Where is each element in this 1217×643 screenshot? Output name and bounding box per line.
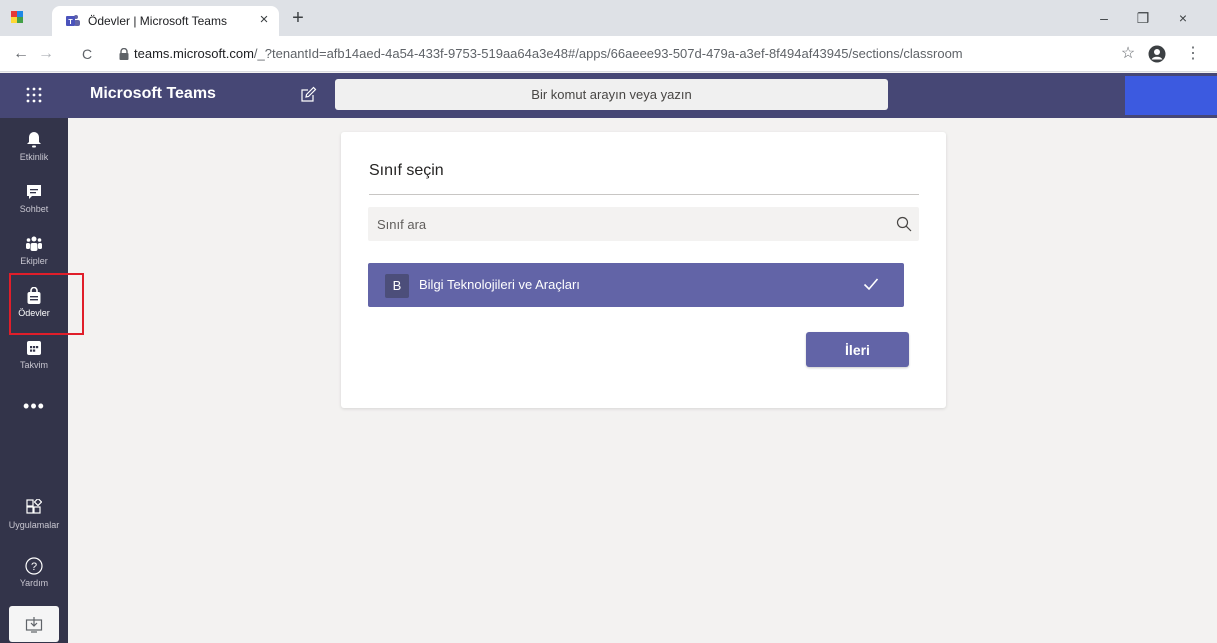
left-rail: Etkinlik Sohbet Ekipler Ödevler Takvim •…: [0, 118, 68, 643]
class-list-item[interactable]: B Bilgi Teknolojileri ve Araçları: [368, 263, 904, 307]
annotation-highlight-box: [9, 273, 84, 335]
lock-icon: [119, 48, 129, 60]
rail-label: Takvim: [19, 360, 48, 370]
next-button[interactable]: İleri: [806, 332, 909, 367]
download-icon: [25, 617, 43, 633]
teams-favicon-icon: T: [66, 15, 80, 26]
rail-item-activity[interactable]: Etkinlik: [0, 125, 68, 177]
card-divider: [369, 194, 919, 195]
browser-tab[interactable]: T Ödevler | Microsoft Teams ×: [52, 6, 279, 36]
restore-icon[interactable]: ❐: [1131, 8, 1155, 28]
rail-label: Etkinlik: [19, 152, 49, 162]
rail-item-calendar[interactable]: Takvim: [0, 333, 68, 385]
browser-logo-icon: [11, 11, 23, 23]
browser-menu-icon[interactable]: ⋮: [1182, 43, 1204, 65]
app-title: Microsoft Teams: [90, 85, 216, 102]
help-icon: ?: [25, 557, 43, 575]
rail-label: Yardım: [19, 578, 49, 588]
rail-item-chat[interactable]: Sohbet: [0, 177, 68, 229]
compose-icon[interactable]: [299, 86, 317, 104]
calendar-icon: [27, 341, 41, 355]
download-app-button[interactable]: [9, 606, 59, 642]
rail-label: Uygulamalar: [8, 520, 60, 530]
browser-tab-strip: T Ödevler | Microsoft Teams × + – ❐ ×: [0, 0, 1217, 36]
svg-text:?: ?: [31, 561, 37, 573]
card-title: Sınıf seçin: [369, 162, 444, 179]
class-avatar: B: [385, 274, 409, 298]
reload-icon[interactable]: C: [76, 43, 98, 65]
new-tab-button[interactable]: +: [287, 8, 309, 30]
teams-header: Microsoft Teams Bir komut arayın veya ya…: [0, 73, 1217, 118]
rail-item-help[interactable]: ? Yardım: [0, 551, 68, 603]
chat-icon: [27, 185, 41, 199]
rail-label: Sohbet: [19, 204, 49, 214]
url-path: /_?tenantId=afb14aed-4a54-433f-9753-519a…: [253, 46, 963, 61]
address-bar[interactable]: teams.microsoft.com/_?tenantId=afb14aed-…: [134, 46, 963, 61]
back-icon[interactable]: ←: [10, 43, 32, 65]
rail-item-apps[interactable]: Uygulamalar: [0, 493, 68, 545]
command-search-box[interactable]: Bir komut arayın veya yazın: [335, 79, 888, 110]
rail-label: Ekipler: [20, 256, 48, 266]
class-name: Bilgi Teknolojileri ve Araçları: [419, 277, 580, 292]
profile-area[interactable]: [1125, 76, 1217, 115]
bookmark-star-icon[interactable]: ☆: [1117, 43, 1139, 65]
profile-icon[interactable]: [1148, 45, 1166, 63]
bell-icon: [27, 132, 41, 148]
tab-title: Ödevler | Microsoft Teams: [88, 14, 227, 28]
minimize-icon[interactable]: –: [1092, 8, 1116, 28]
select-class-card: Sınıf seçin B Bilgi Teknolojileri ve Ara…: [341, 132, 946, 408]
apps-icon: [26, 499, 42, 514]
teams-icon: [26, 236, 42, 251]
more-apps-icon[interactable]: •••: [22, 397, 46, 417]
checkmark-icon: [863, 278, 879, 291]
class-search-box: [368, 207, 919, 241]
forward-icon[interactable]: →: [35, 43, 57, 65]
browser-toolbar: ← → C teams.microsoft.com/_?tenantId=afb…: [0, 36, 1217, 72]
svg-text:T: T: [68, 19, 73, 26]
window-close-icon[interactable]: ×: [1171, 8, 1195, 28]
search-icon[interactable]: [896, 216, 912, 232]
app-launcher-icon[interactable]: [25, 86, 43, 104]
class-search-input[interactable]: [368, 207, 878, 241]
close-tab-icon[interactable]: ×: [254, 10, 274, 30]
url-host: teams.microsoft.com: [134, 46, 254, 61]
